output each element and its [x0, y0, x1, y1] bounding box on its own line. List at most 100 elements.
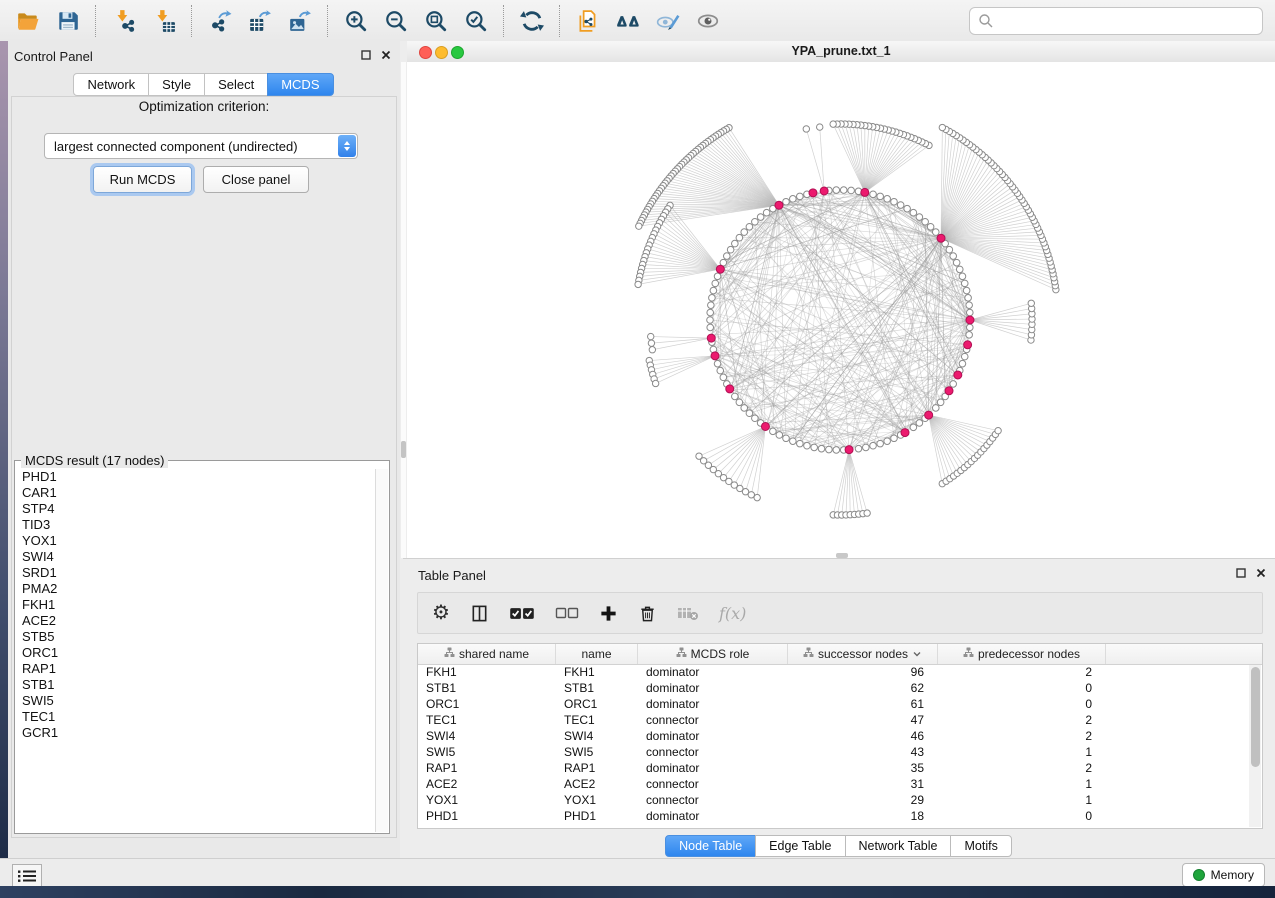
ring-node[interactable]: [863, 444, 870, 451]
tab-network[interactable]: Network: [73, 73, 149, 96]
export-table-icon[interactable]: [240, 5, 280, 37]
ring-node[interactable]: [961, 280, 968, 287]
leaf-node[interactable]: [1028, 300, 1034, 306]
table-scrollbar-thumb[interactable]: [1251, 667, 1260, 767]
table-row[interactable]: ORC1ORC1dominator610: [418, 697, 1262, 713]
zoom-fit-icon[interactable]: [416, 5, 456, 37]
table-row[interactable]: FKH1FKH1dominator962: [418, 665, 1262, 681]
ring-node[interactable]: [966, 332, 973, 339]
ring-node[interactable]: [959, 273, 966, 280]
tab-edge-table[interactable]: Edge Table: [755, 835, 845, 857]
ring-node[interactable]: [732, 240, 739, 247]
mcds-result-item[interactable]: SWI5: [22, 693, 376, 709]
mcds-result-scrollbar[interactable]: [375, 469, 388, 832]
ring-node[interactable]: [959, 360, 966, 367]
mcds-result-item[interactable]: PHD1: [22, 469, 376, 485]
ring-node[interactable]: [965, 295, 972, 302]
table-row[interactable]: SWI4SWI4dominator462: [418, 729, 1262, 745]
tab-style[interactable]: Style: [148, 73, 205, 96]
ring-node[interactable]: [922, 218, 929, 225]
ring-node[interactable]: [877, 193, 884, 200]
mcds-hub-node[interactable]: [937, 234, 945, 242]
ring-node[interactable]: [897, 202, 904, 209]
ring-node[interactable]: [797, 193, 804, 200]
ring-node[interactable]: [717, 367, 724, 374]
leaf-node[interactable]: [648, 340, 654, 346]
mcds-hub-node[interactable]: [761, 422, 769, 430]
mcds-hub-node[interactable]: [925, 411, 933, 419]
ring-node[interactable]: [927, 223, 934, 230]
leaf-node[interactable]: [636, 223, 642, 229]
mcds-hub-node[interactable]: [820, 187, 828, 195]
mcds-hub-node[interactable]: [809, 189, 817, 197]
ring-node[interactable]: [932, 229, 939, 236]
export-image-icon[interactable]: [280, 5, 320, 37]
select-all-icon[interactable]: [509, 606, 535, 621]
network-vertical-scrollbar[interactable]: [401, 62, 406, 558]
ring-node[interactable]: [752, 415, 759, 422]
leaf-node[interactable]: [652, 380, 658, 386]
zoom-out-icon[interactable]: [376, 5, 416, 37]
mcds-hub-node[interactable]: [964, 341, 972, 349]
ring-node[interactable]: [891, 198, 898, 205]
optimization-criterion-select[interactable]: largest connected component (undirected): [44, 133, 358, 159]
mcds-hub-node[interactable]: [775, 201, 783, 209]
ring-node[interactable]: [707, 317, 714, 324]
mcds-hub-node[interactable]: [954, 371, 962, 379]
ring-node[interactable]: [891, 435, 898, 442]
ring-node[interactable]: [736, 399, 743, 406]
ring-node[interactable]: [833, 187, 840, 194]
search-network-icon[interactable]: [608, 5, 648, 37]
deselect-all-icon[interactable]: [555, 606, 579, 620]
ring-node[interactable]: [848, 187, 855, 194]
ring-node[interactable]: [884, 196, 891, 203]
leaf-node[interactable]: [939, 124, 945, 130]
leaf-node[interactable]: [635, 281, 641, 287]
mcds-result-item[interactable]: YOX1: [22, 533, 376, 549]
ring-node[interactable]: [707, 309, 714, 316]
ring-node[interactable]: [804, 442, 811, 449]
column-header-shared-name[interactable]: shared name: [418, 644, 556, 664]
table-row[interactable]: STB1STB1dominator620: [418, 681, 1262, 697]
network-view[interactable]: [407, 62, 1275, 558]
close-panel-icon[interactable]: [380, 49, 392, 61]
ring-node[interactable]: [746, 410, 753, 417]
mcds-hub-node[interactable]: [945, 387, 953, 395]
ring-node[interactable]: [961, 353, 968, 360]
table-scrollbar[interactable]: [1249, 665, 1261, 827]
zoom-in-icon[interactable]: [336, 5, 376, 37]
tab-network-table[interactable]: Network Table: [845, 835, 952, 857]
ring-node[interactable]: [724, 253, 731, 260]
leaf-node[interactable]: [649, 347, 655, 353]
ring-node[interactable]: [714, 273, 721, 280]
settings-icon[interactable]: ⚙: [432, 603, 450, 623]
ring-node[interactable]: [752, 218, 759, 225]
float-table-panel-icon[interactable]: [1235, 567, 1247, 579]
ring-node[interactable]: [818, 445, 825, 452]
leaf-node[interactable]: [864, 510, 870, 516]
zoom-selected-icon[interactable]: [456, 5, 496, 37]
mcds-result-item[interactable]: GCR1: [22, 725, 376, 741]
copy-share-icon[interactable]: [568, 5, 608, 37]
mcds-hub-node[interactable]: [716, 265, 724, 273]
ring-node[interactable]: [910, 209, 917, 216]
columns-icon[interactable]: [470, 604, 489, 623]
mcds-hub-node[interactable]: [861, 188, 869, 196]
ring-node[interactable]: [916, 420, 923, 427]
mcds-result-item[interactable]: SRD1: [22, 565, 376, 581]
ring-node[interactable]: [950, 381, 957, 388]
mcds-result-item[interactable]: STP4: [22, 501, 376, 517]
ring-node[interactable]: [950, 253, 957, 260]
ring-node[interactable]: [776, 432, 783, 439]
refresh-icon[interactable]: [512, 5, 552, 37]
ring-node[interactable]: [956, 266, 963, 273]
table-row[interactable]: PHD1PHD1dominator180: [418, 809, 1262, 825]
mcds-result-item[interactable]: ORC1: [22, 645, 376, 661]
ring-node[interactable]: [790, 196, 797, 203]
ring-node[interactable]: [707, 324, 714, 331]
add-icon[interactable]: [599, 604, 618, 623]
column-header-successor-nodes[interactable]: successor nodes: [788, 644, 938, 664]
delete-icon[interactable]: [638, 604, 657, 623]
ring-node[interactable]: [963, 287, 970, 294]
float-panel-icon[interactable]: [360, 49, 372, 61]
